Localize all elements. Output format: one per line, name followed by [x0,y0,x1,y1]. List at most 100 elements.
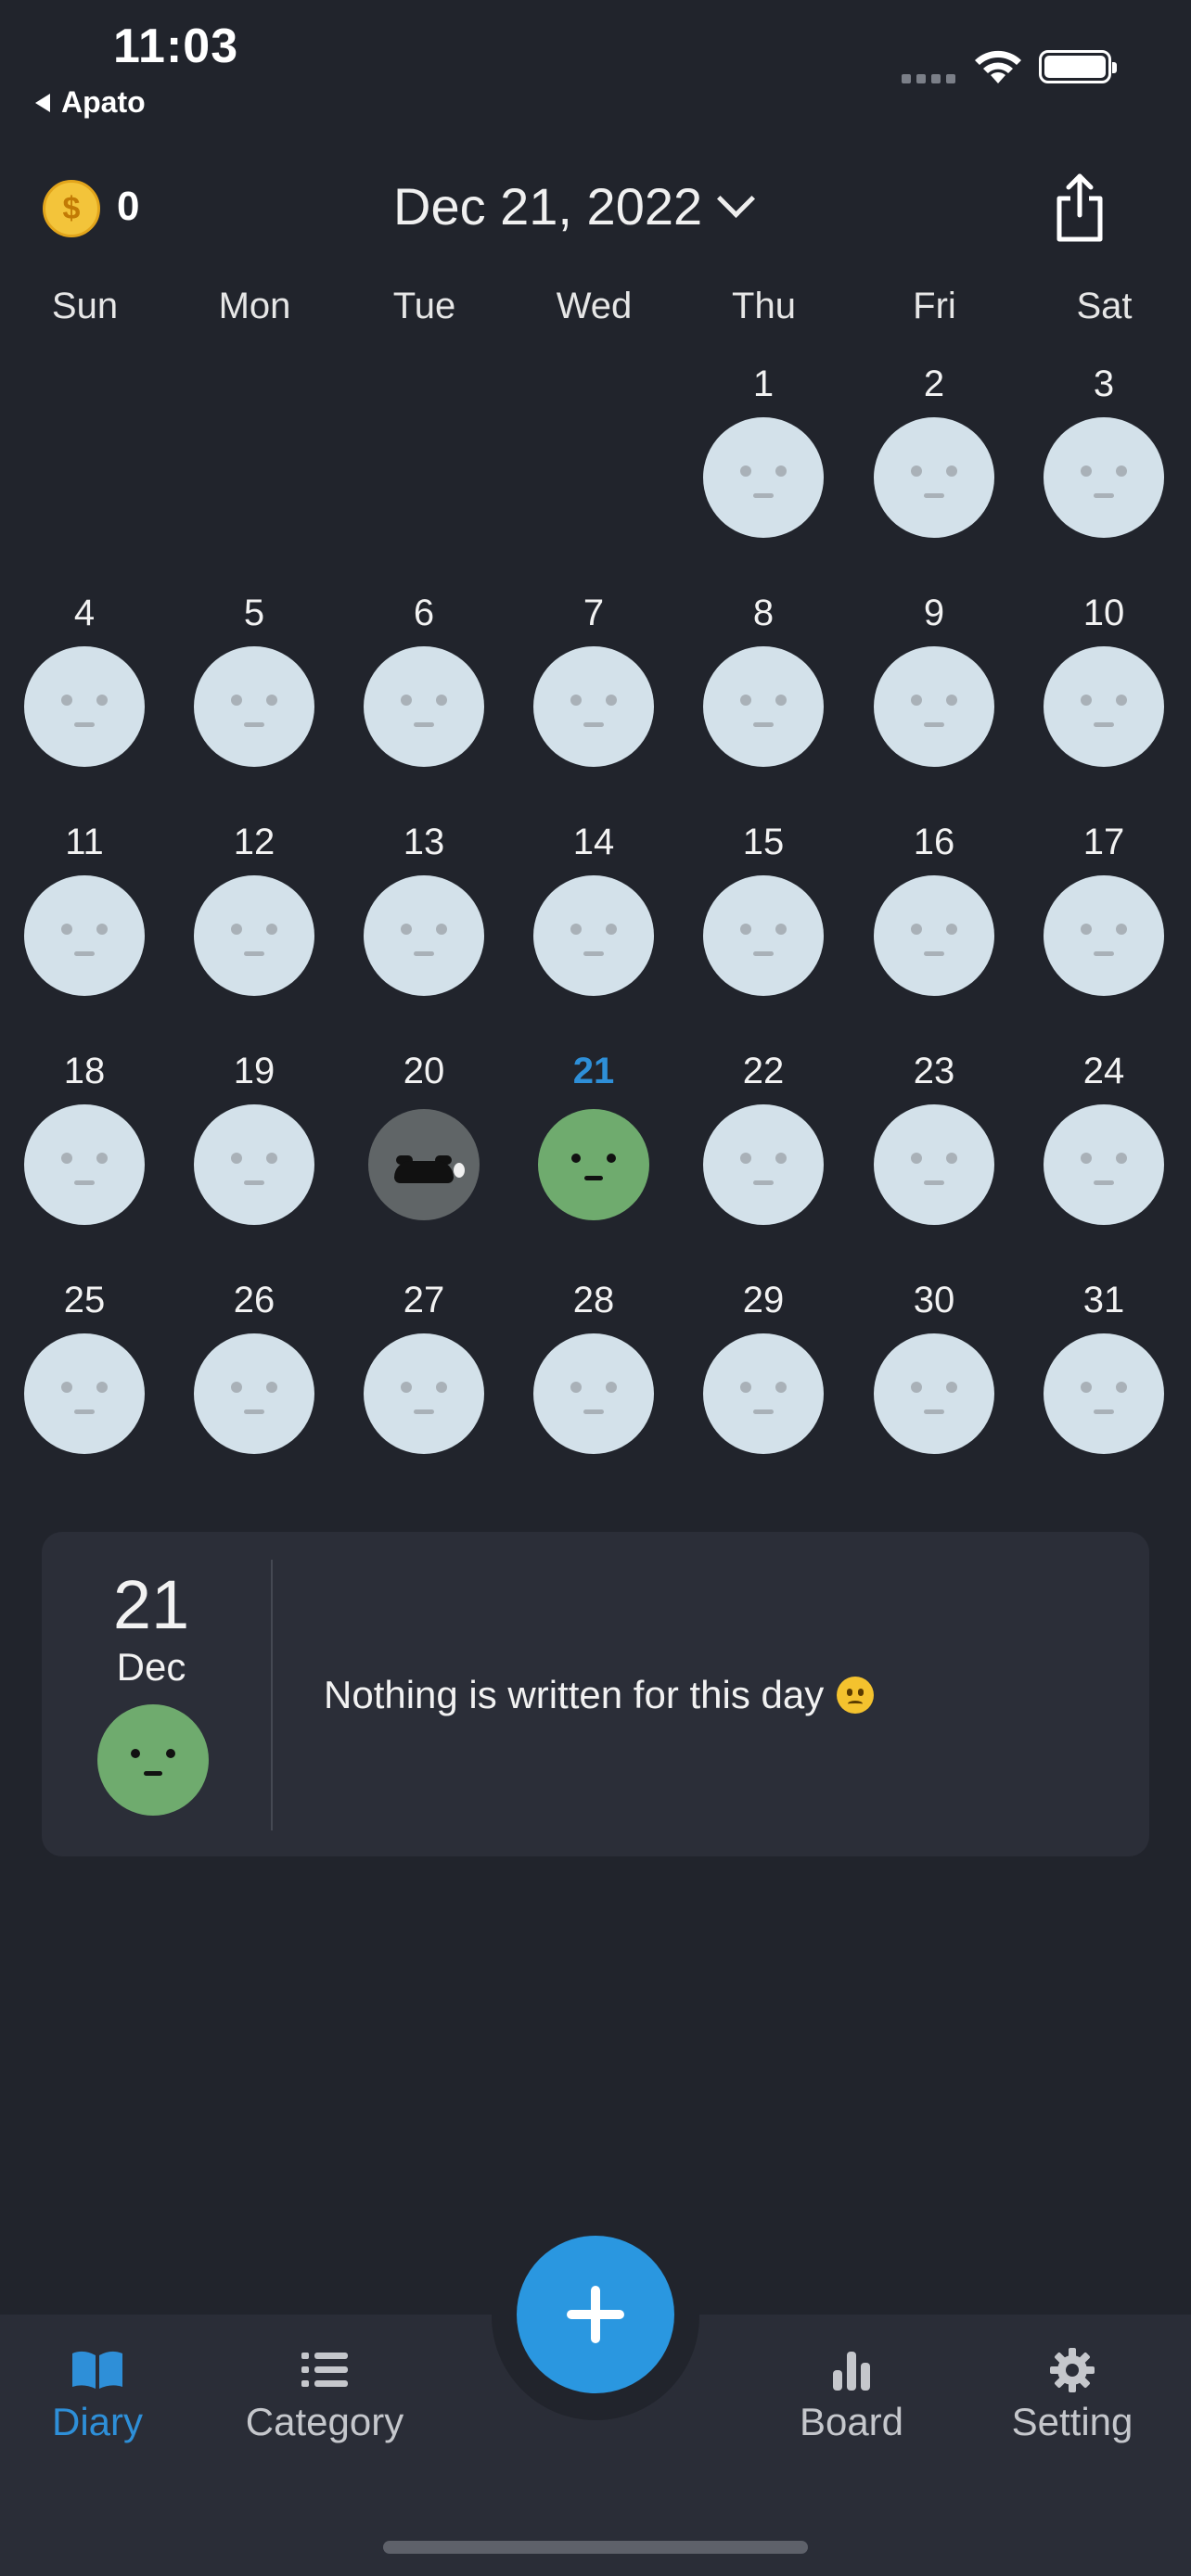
calendar-day-22[interactable]: 22 [689,1049,838,1225]
calendar-day-15[interactable]: 15 [689,820,838,996]
back-to-app-button[interactable]: Apato [35,85,146,120]
entry-empty-text: Nothing is written for this day [324,1673,825,1716]
day-number: 10 [1082,593,1125,633]
day-number: 17 [1082,822,1125,862]
tab-category[interactable]: Category [223,2346,427,2444]
back-app-label: Apato [61,85,146,119]
entry-month: Dec [116,1645,186,1689]
calendar-day-6[interactable]: 6 [350,591,498,767]
status-time: 11:03 [113,19,239,73]
neutral-mood-icon [874,875,994,996]
day-number: 21 [572,1051,615,1091]
day-number: 6 [413,593,435,633]
date-picker-button[interactable]: Dec 21, 2022 [393,176,756,236]
calendar-day-12[interactable]: 12 [180,820,328,996]
day-number: 24 [1082,1051,1125,1091]
weekday-header: Sun Mon Tue Wed Thu Fri Sat [0,286,1191,338]
day-number: 1 [752,363,775,404]
neutral-mood-icon [703,417,824,538]
calendar-day-27[interactable]: 27 [350,1278,498,1454]
calendar-day-14[interactable]: 14 [519,820,668,996]
neutral-mood-icon [703,1333,824,1454]
neutral-mood-icon [533,875,654,996]
day-number: 27 [403,1280,445,1320]
calendar-day-11[interactable]: 11 [10,820,159,996]
calendar-day-19[interactable]: 19 [180,1049,328,1225]
weekday-wed: Wed [556,286,633,326]
gear-icon [1050,2348,1095,2392]
neutral-mood-icon [874,417,994,538]
calendar-day-20[interactable]: 20 [350,1049,498,1220]
neutral-mood-icon [703,1104,824,1225]
calendar-day-31[interactable]: 31 [1030,1278,1178,1454]
neutral-mood-icon [703,646,824,767]
tab-board[interactable]: Board [777,2346,926,2444]
day-number: 15 [742,822,785,862]
day-number: 12 [233,822,275,862]
battery-icon [1039,50,1117,83]
calendar-day-3[interactable]: 3 [1030,362,1178,538]
list-icon [301,2353,348,2387]
calendar-day-2[interactable]: 2 [860,362,1008,538]
neutral-mood-icon [533,646,654,767]
cellular-signal-icon [902,74,955,83]
calendar-day-30[interactable]: 30 [860,1278,1008,1454]
neutral-mood-icon [194,1333,314,1454]
weekday-sat: Sat [1076,286,1133,326]
calendar-day-17[interactable]: 17 [1030,820,1178,996]
bar-chart-icon [833,2352,870,2391]
day-number: 28 [572,1280,615,1320]
tab-diary-label: Diary [51,2400,143,2443]
book-icon [72,2351,122,2389]
tab-setting[interactable]: Setting [992,2346,1152,2444]
neutral-mood-icon [24,875,145,996]
calendar-day-5[interactable]: 5 [180,591,328,767]
day-number: 8 [752,593,775,633]
neutral-mood-icon [364,875,484,996]
weekday-fri: Fri [913,286,956,326]
calendar-day-8[interactable]: 8 [689,591,838,767]
neutral-mood-icon [874,1104,994,1225]
calendar-day-1[interactable]: 1 [689,362,838,538]
green-mood-icon [97,1704,209,1816]
tab-diary[interactable]: Diary [28,2346,167,2444]
chevron-down-icon [717,179,756,219]
day-number: 7 [583,593,605,633]
day-number: 19 [233,1051,275,1091]
day-number: 26 [233,1280,275,1320]
neutral-mood-icon [1044,417,1164,538]
weekday-tue: Tue [392,286,456,326]
neutral-mood-icon [533,1333,654,1454]
day-number: 16 [913,822,955,862]
diary-entry-card[interactable]: 21 Dec Nothing is written for this day [42,1532,1149,1856]
calendar-day-26[interactable]: 26 [180,1278,328,1454]
day-number: 29 [742,1280,785,1320]
calendar-day-4[interactable]: 4 [10,591,159,767]
add-entry-button[interactable] [517,2236,674,2393]
coin-icon: $ [43,180,100,237]
day-number: 18 [63,1051,106,1091]
calendar-day-18[interactable]: 18 [10,1049,159,1225]
calendar-day-9[interactable]: 9 [860,591,1008,767]
day-number: 22 [742,1051,785,1091]
calendar-day-28[interactable]: 28 [519,1278,668,1454]
tab-board-label: Board [799,2400,904,2443]
share-button[interactable] [1054,172,1106,243]
calendar-day-25[interactable]: 25 [10,1278,159,1454]
calendar-day-16[interactable]: 16 [860,820,1008,996]
calendar-day-10[interactable]: 10 [1030,591,1178,767]
calendar-day-21[interactable]: 21 [519,1049,668,1220]
calendar-day-23[interactable]: 23 [860,1049,1008,1225]
weekday-sun: Sun [51,286,119,326]
calendar-day-7[interactable]: 7 [519,591,668,767]
neutral-mood-icon [1044,646,1164,767]
green-mood-icon [538,1109,649,1220]
day-number: 2 [923,363,945,404]
weekday-thu: Thu [732,286,796,326]
calendar-day-24[interactable]: 24 [1030,1049,1178,1225]
day-number: 23 [913,1051,955,1091]
calendar-day-29[interactable]: 29 [689,1278,838,1454]
calendar-day-13[interactable]: 13 [350,820,498,996]
neutral-mood-icon [194,646,314,767]
entry-day: 21 [112,1566,190,1643]
